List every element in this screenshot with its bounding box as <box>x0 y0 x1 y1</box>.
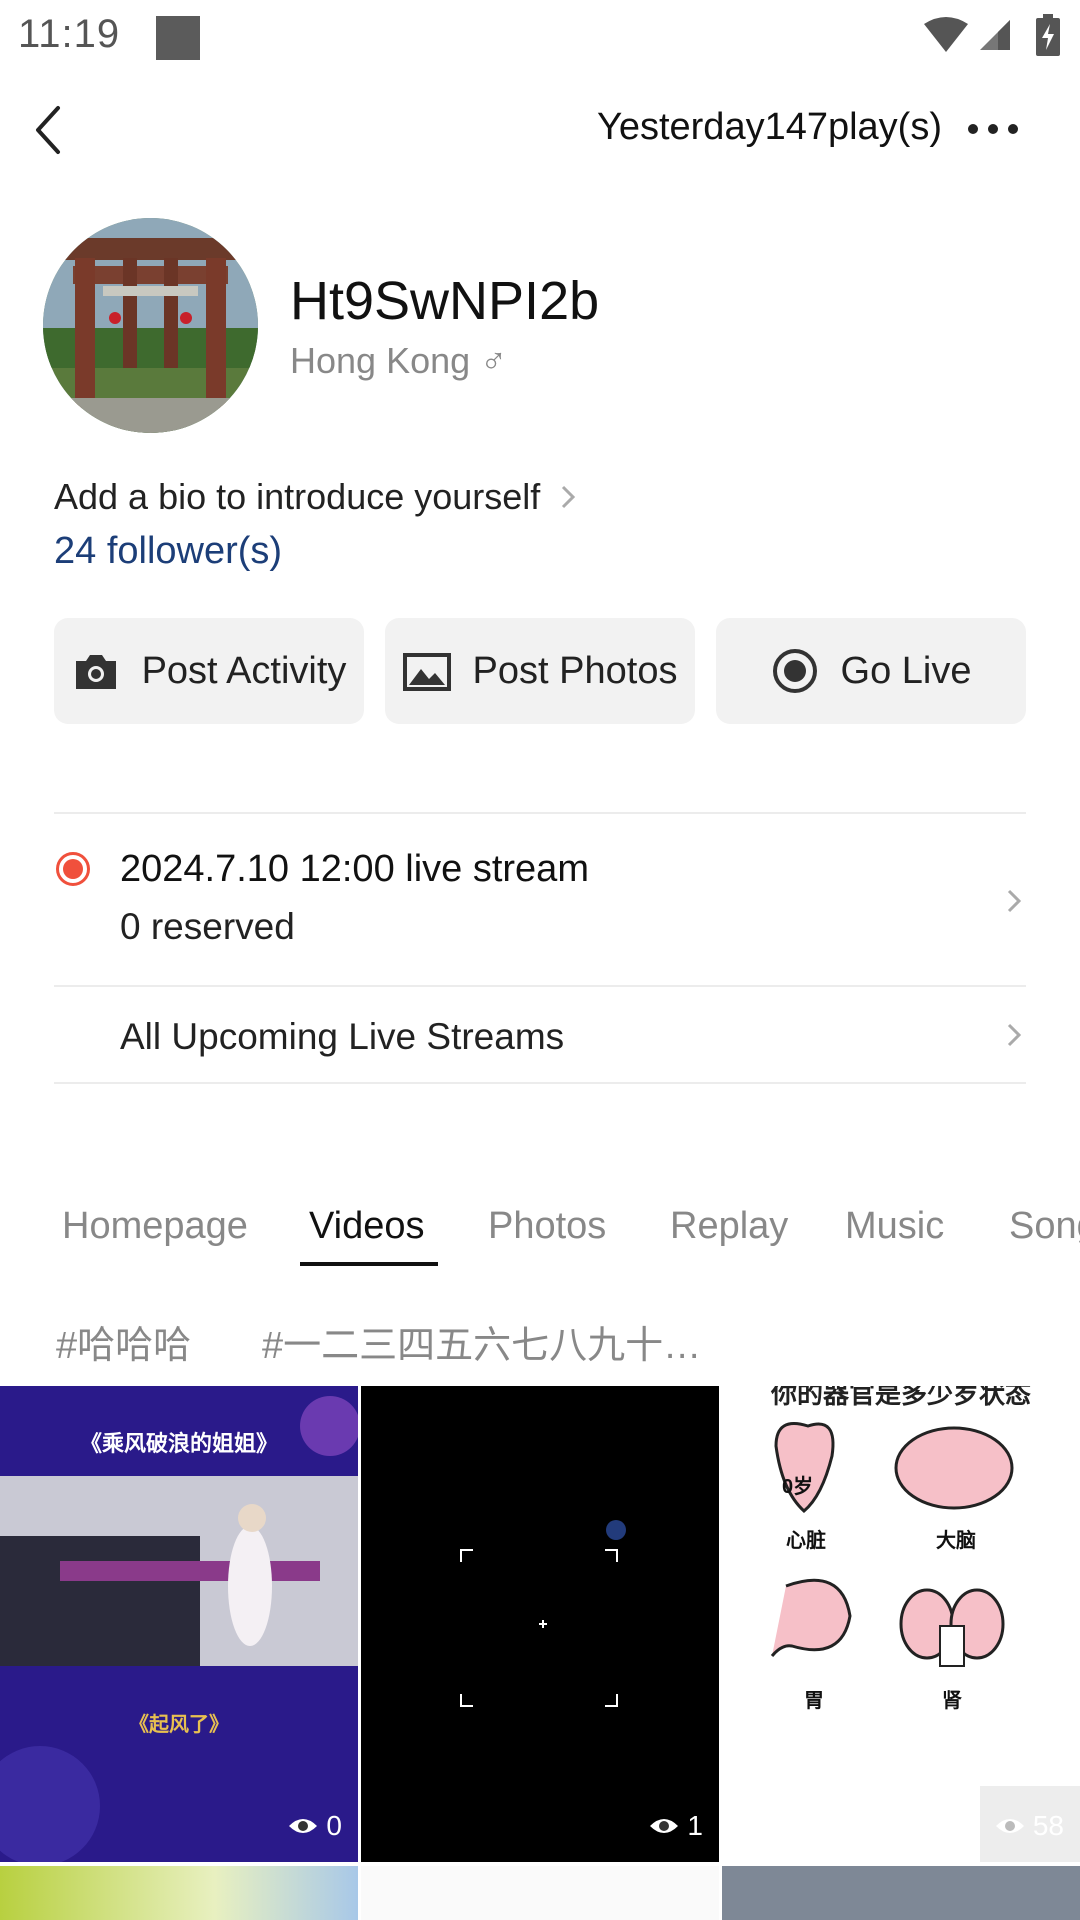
record-icon <box>772 649 817 693</box>
play-count-label: Yesterday147play(s) <box>596 106 942 148</box>
tab-homepage[interactable]: Homepage <box>62 1205 248 1248</box>
organ-label: 胃 <box>804 1690 824 1712</box>
all-upcoming-live-streams[interactable]: All Upcoming Live Streams <box>120 1016 564 1058</box>
active-tab-indicator <box>300 1262 438 1266</box>
chevron-right-icon[interactable] <box>1006 888 1022 914</box>
bio-prompt-label: Add a bio to introduce yourself <box>54 476 541 517</box>
signal-icon <box>980 20 1010 50</box>
tab-photos[interactable]: Photos <box>488 1205 606 1248</box>
go-live-button[interactable]: Go Live <box>716 618 1026 724</box>
avatar[interactable] <box>43 218 258 433</box>
go-live-label: Go Live <box>840 649 972 692</box>
live-record-icon <box>56 852 90 886</box>
video-thumbnail[interactable] <box>361 1866 719 1920</box>
wifi-icon <box>924 17 968 52</box>
video-thumbnail[interactable]: 你的器官是多少岁状态 0岁 心脏 大脑 胃 肾 58 <box>722 1386 1080 1862</box>
back-arrow-icon[interactable] <box>32 104 64 156</box>
tab-replay[interactable]: Replay <box>670 1205 788 1248</box>
organ-label: 肾 <box>942 1690 962 1712</box>
followers-link[interactable]: 24 follower(s) <box>54 530 282 573</box>
eye-icon <box>650 1819 679 1833</box>
notification-icon <box>156 16 200 60</box>
post-photos-button[interactable]: Post Photos <box>385 618 695 724</box>
post-activity-button[interactable]: Post Activity <box>54 618 364 724</box>
eye-icon <box>995 1819 1024 1833</box>
post-photos-label: Post Photos <box>472 649 678 692</box>
tab-songs[interactable]: Songs <box>1009 1205 1080 1248</box>
view-count-value: 58 <box>1032 1810 1064 1841</box>
video-thumbnail[interactable] <box>722 1866 1080 1920</box>
organ-age-label: 0岁 <box>782 1476 814 1498</box>
eye-icon <box>289 1819 318 1833</box>
image-icon <box>402 653 451 691</box>
video-thumbnail[interactable]: 《乘风破浪的姐姐》 《起风了》 0 <box>0 1386 358 1862</box>
more-options-icon[interactable] <box>968 124 1018 134</box>
username: Ht9SwNPI2b <box>290 271 600 331</box>
camera-icon <box>75 655 116 689</box>
view-count: 58 <box>995 1810 1064 1842</box>
tag-chip[interactable]: #一二三四五六七八九十… <box>262 1314 701 1369</box>
organ-label: 心脏 <box>786 1530 826 1552</box>
video-thumbnail[interactable]: 1 <box>361 1386 719 1862</box>
tab-videos[interactable]: Videos <box>309 1205 425 1248</box>
bio-prompt[interactable]: Add a bio to introduce yourself <box>54 476 576 518</box>
chevron-right-icon[interactable] <box>1006 1022 1022 1048</box>
location-gender: Hong Kong ♂ <box>290 340 508 381</box>
tag-chip[interactable]: #哈哈哈 <box>56 1314 191 1369</box>
divider <box>54 985 1026 987</box>
divider <box>54 812 1026 814</box>
live-stream-title[interactable]: 2024.7.10 12:00 live stream <box>120 848 589 891</box>
organ-label: 大脑 <box>936 1530 976 1552</box>
post-activity-label: Post Activity <box>141 649 347 692</box>
view-count: 0 <box>288 1810 342 1842</box>
view-count: 1 <box>649 1810 703 1842</box>
status-time: 11:19 <box>18 12 121 56</box>
video-thumbnail[interactable] <box>0 1866 358 1920</box>
divider <box>54 1082 1026 1084</box>
profile-tabs: Homepage Videos Photos Replay Music Song… <box>0 1205 1080 1265</box>
video-caption-bottom: 《起风了》 <box>129 1714 229 1736</box>
battery-icon <box>1036 14 1060 56</box>
view-count-value: 0 <box>326 1810 342 1841</box>
video-caption-top: 《乘风破浪的姐姐》 <box>79 1431 278 1456</box>
live-reserved-count: 0 reserved <box>120 906 295 947</box>
view-count-value: 1 <box>687 1810 703 1841</box>
tab-music[interactable]: Music <box>845 1205 944 1248</box>
chevron-right-icon <box>562 485 576 509</box>
